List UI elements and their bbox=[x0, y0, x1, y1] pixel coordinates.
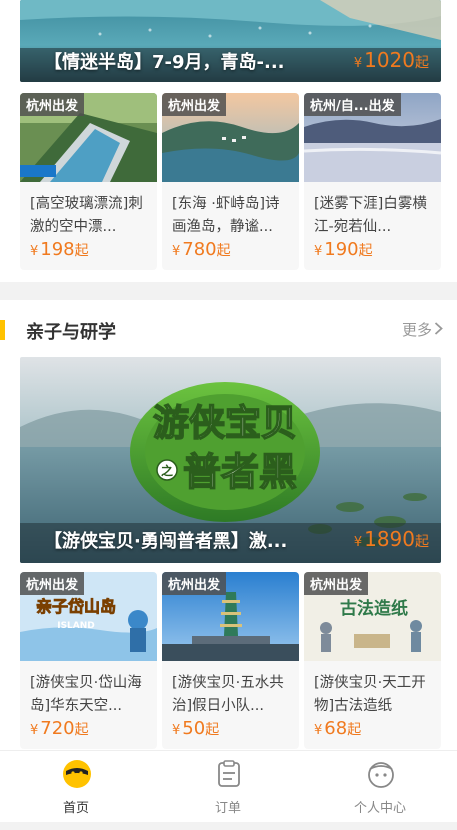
card-image: 杭州/自...出发 bbox=[304, 93, 441, 182]
card-image: 古法造纸 杭州出发 bbox=[304, 572, 441, 661]
poster-line1: 游侠宝贝 bbox=[153, 403, 297, 444]
price-suffix: 起 bbox=[415, 55, 429, 71]
price-suffix: 起 bbox=[205, 722, 220, 738]
hero-title: 【情迷半岛】7-9月，青岛-... bbox=[44, 52, 285, 73]
price-suffix: 起 bbox=[74, 243, 89, 259]
poster-badge: 之 bbox=[161, 463, 173, 478]
kids-hero-banner[interactable]: 游侠宝贝 之 普者黑 【游侠宝贝·勇闯普者黑】激... ¥1890起 bbox=[20, 357, 441, 563]
card-price: ¥68起 bbox=[314, 718, 361, 739]
card-title: [迷雾下涯]白雾横江-宛若仙... bbox=[314, 196, 427, 235]
price-value: 720 bbox=[40, 718, 75, 739]
tab-orders[interactable]: 订单 bbox=[152, 751, 304, 823]
product-card[interactable]: 杭州/自...出发 [迷雾下涯]白雾横江-宛若仙... ¥190起 bbox=[304, 93, 441, 270]
section-header: 亲子与研学 更多 bbox=[0, 316, 457, 346]
card-title: [游侠宝贝·五水共治]假日小队... bbox=[172, 675, 284, 714]
currency-symbol: ¥ bbox=[30, 723, 39, 738]
poster-title: 亲子岱山岛 bbox=[36, 597, 116, 616]
tab-label: 订单 bbox=[214, 801, 241, 816]
hero-title: 【游侠宝贝·勇闯普者黑】激... bbox=[44, 531, 288, 552]
kids-study-section: 亲子与研学 更多 游侠宝贝 之 普者黑 【游侠宝贝·勇闯普者黑】激... ¥ 1… bbox=[0, 300, 457, 760]
price-suffix: 起 bbox=[74, 722, 89, 738]
card-price: ¥780起 bbox=[172, 239, 231, 260]
card-image: 亲子岱山岛 ISLAND 杭州出发 bbox=[20, 572, 157, 661]
departure-tag: 杭州出发 bbox=[162, 93, 227, 116]
departure-tag: 杭州出发 bbox=[20, 93, 85, 116]
departure-tag: 杭州出发 bbox=[20, 572, 85, 595]
currency-symbol: ¥ bbox=[172, 723, 181, 738]
chevron-right-icon bbox=[434, 321, 443, 339]
card-title: [东海 ·虾峙岛]诗画渔岛，静谧... bbox=[172, 196, 280, 235]
tab-profile[interactable]: 个人中心 bbox=[304, 751, 456, 823]
card-price: ¥198起 bbox=[30, 239, 89, 260]
section-accent-bar bbox=[0, 320, 5, 340]
price-value: 50 bbox=[182, 718, 206, 739]
price-value: 68 bbox=[324, 718, 348, 739]
currency-symbol: ¥ bbox=[172, 244, 181, 259]
bottom-safe-area bbox=[0, 822, 457, 830]
currency-symbol: ¥ bbox=[353, 535, 363, 550]
card-image: 杭州出发 bbox=[162, 93, 299, 182]
profile-icon bbox=[366, 759, 396, 789]
hero-price: ¥1890起 bbox=[354, 527, 429, 551]
card-title: [游侠宝贝·天工开物]古法造纸 bbox=[314, 675, 426, 714]
currency-symbol: ¥ bbox=[314, 723, 323, 738]
poster-line2: 普者黑 bbox=[183, 450, 297, 494]
product-card[interactable]: 杭州出发 [东海 ·虾峙岛]诗画渔岛，静谧... ¥780起 bbox=[162, 93, 299, 270]
currency-symbol: ¥ bbox=[30, 244, 39, 259]
card-image: 杭州出发 bbox=[20, 93, 157, 182]
product-card[interactable]: 杭州出发 [高空玻璃漂流]刺激的空中漂... ¥198起 bbox=[20, 93, 157, 270]
section-title: 亲子与研学 bbox=[26, 322, 116, 343]
card-price: ¥720起 bbox=[30, 718, 89, 739]
price-value: 780 bbox=[182, 239, 217, 260]
price-value: 1020 bbox=[364, 48, 415, 72]
price-value: 1890 bbox=[364, 527, 415, 551]
price-value: 198 bbox=[40, 239, 75, 260]
featured-section: 【情迷半岛】7-9月，青岛-... ¥1020起 杭州出发 [高空玻璃漂流]刺激… bbox=[0, 0, 457, 282]
hero-price: ¥1020起 bbox=[354, 48, 429, 72]
order-icon bbox=[214, 759, 244, 789]
product-card[interactable]: 杭州出发 [游侠宝贝·五水共治]假日小队... ¥50起 bbox=[162, 572, 299, 749]
home-mascot-icon bbox=[62, 759, 92, 789]
more-label: 更多 bbox=[401, 321, 432, 339]
card-title: [游侠宝贝·岱山海岛]华东天空... bbox=[30, 675, 142, 714]
departure-tag: 杭州/自...出发 bbox=[304, 93, 401, 116]
price-suffix: 起 bbox=[358, 243, 373, 259]
more-link[interactable]: 更多 bbox=[402, 319, 443, 340]
poster-subtitle: ISLAND bbox=[57, 621, 95, 631]
tab-label: 首页 bbox=[62, 801, 89, 816]
card-price: ¥190起 bbox=[314, 239, 373, 260]
price-suffix: 起 bbox=[415, 534, 429, 550]
product-card[interactable]: 古法造纸 杭州出发 [游侠宝贝·天工开物]古法造纸 ¥68起 bbox=[304, 572, 441, 749]
price-suffix: 起 bbox=[347, 722, 362, 738]
departure-tag: 杭州出发 bbox=[162, 572, 227, 595]
product-card[interactable]: 亲子岱山岛 ISLAND 杭州出发 [游侠宝贝·岱山海岛]华东天空... ¥72… bbox=[20, 572, 157, 749]
card-image: 杭州出发 bbox=[162, 572, 299, 661]
poster-title: 古法造纸 bbox=[340, 598, 408, 619]
featured-hero-banner[interactable]: 【情迷半岛】7-9月，青岛-... ¥1020起 bbox=[20, 0, 441, 82]
tab-label: 个人中心 bbox=[353, 801, 406, 816]
price-value: 190 bbox=[324, 239, 359, 260]
tab-home[interactable]: 首页 bbox=[0, 751, 152, 823]
card-price: ¥50起 bbox=[172, 718, 219, 739]
currency-symbol: ¥ bbox=[353, 56, 363, 71]
card-title: [高空玻璃漂流]刺激的空中漂... bbox=[30, 196, 143, 235]
price-suffix: 起 bbox=[216, 243, 231, 259]
departure-tag: 杭州出发 bbox=[304, 572, 369, 595]
currency-symbol: ¥ bbox=[314, 244, 323, 259]
bottom-tab-bar: 首页 订单 个人中心 bbox=[0, 750, 457, 822]
